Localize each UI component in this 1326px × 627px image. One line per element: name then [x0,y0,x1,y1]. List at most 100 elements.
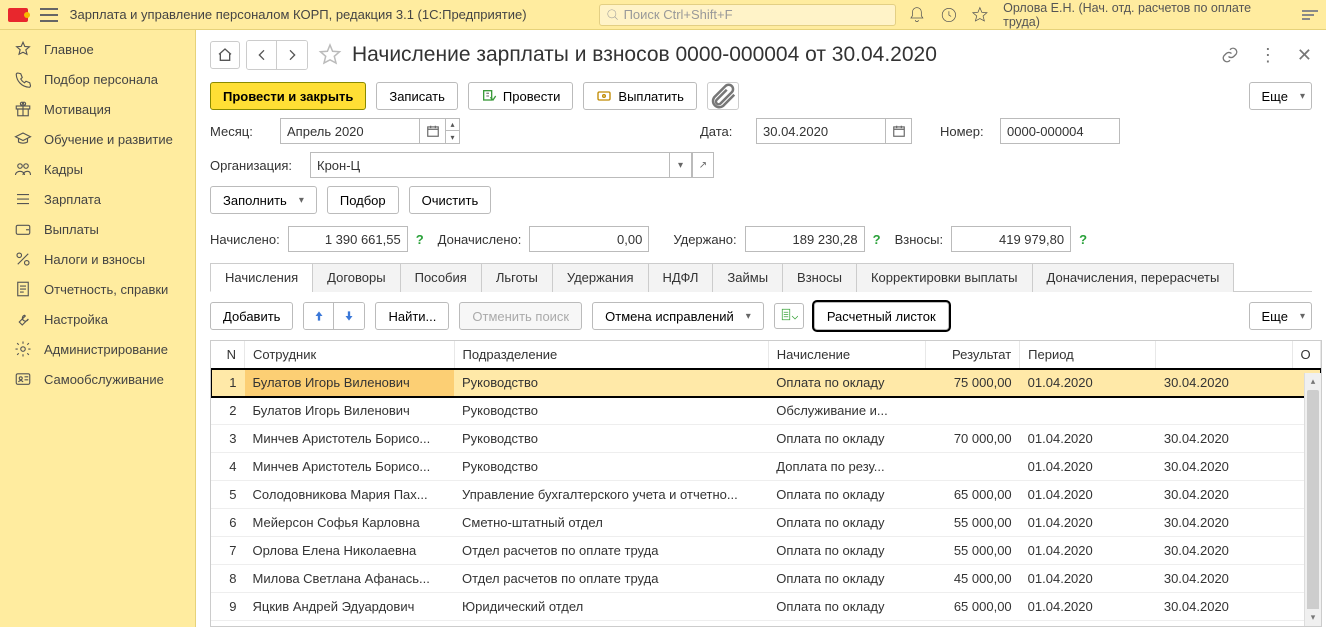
date-input[interactable]: 30.04.2020 [756,118,886,144]
tab-8[interactable]: Корректировки выплаты [856,263,1033,292]
help-icon[interactable]: ? [1079,232,1087,247]
logo-1c [8,8,28,22]
sidebar-item-label: Выплаты [44,222,99,237]
history-icon[interactable] [940,6,958,24]
sidebar-item-phone[interactable]: Подбор персонала [0,64,195,94]
add-row-button[interactable]: Добавить [210,302,293,330]
fill-button[interactable]: Заполнить▾ [210,186,317,214]
col-header-result[interactable]: Результат [925,341,1019,369]
tab-5[interactable]: НДФЛ [648,263,714,292]
table-row[interactable]: 2Булатов Игорь ВиленовичРуководствоОбслу… [211,397,1321,425]
sidebar-item-gear[interactable]: Администрирование [0,334,195,364]
sidebar-item-people[interactable]: Кадры [0,154,195,184]
number-input[interactable]: 0000-000004 [1000,118,1120,144]
pay-button[interactable]: Выплатить [583,82,697,110]
table-row[interactable]: 4Минчев Аристотель Борисо...РуководствоД… [211,453,1321,481]
col-header-department[interactable]: Подразделение [454,341,768,369]
user-name[interactable]: Орлова Е.Н. (Нач. отд. расчетов по оплат… [1003,1,1288,29]
sidebar-item-label: Администрирование [44,342,168,357]
accruals-table[interactable]: N Сотрудник Подразделение Начисление Рез… [211,341,1321,621]
sidebar-item-gift[interactable]: Мотивация [0,94,195,124]
tab-2[interactable]: Пособия [400,263,482,292]
col-header-period[interactable]: Период [1020,341,1156,369]
post-button[interactable]: Провести [468,82,574,110]
more-button[interactable]: Еще▾ [1249,82,1312,110]
nav-back-button[interactable] [247,41,277,69]
org-input[interactable]: Крон-Ц [310,152,670,178]
withheld-value[interactable]: 189 230,28 [745,226,865,252]
sidebar-item-star[interactable]: Главное [0,34,195,64]
tab-6[interactable]: Займы [712,263,783,292]
sidebar-item-label: Обучение и развитие [44,132,173,147]
col-header-employee[interactable]: Сотрудник [245,341,455,369]
table-row[interactable]: 9Яцкив Андрей ЭдуардовичЮридический отде… [211,593,1321,621]
post-and-close-button[interactable]: Провести и закрыть [210,82,366,110]
bell-icon[interactable] [908,6,926,24]
doc-icon [14,280,32,298]
show-details-button[interactable] [774,303,804,329]
link-icon[interactable] [1221,46,1239,64]
sidebar-item-label: Главное [44,42,94,57]
help-icon[interactable]: ? [416,232,424,247]
star-icon[interactable] [971,6,989,24]
list-icon [14,190,32,208]
month-input[interactable]: Апрель 2020 [280,118,420,144]
payslip-button[interactable]: Расчетный листок [814,302,949,330]
tab-3[interactable]: Льготы [481,263,553,292]
table-row[interactable]: 1Булатов Игорь ВиленовичРуководствоОплат… [211,369,1321,397]
contrib-value[interactable]: 419 979,80 [951,226,1071,252]
month-spinner[interactable]: ▴▾ [446,118,460,144]
scrollbar[interactable]: ▴ ▾ [1304,373,1321,626]
clear-button[interactable]: Очистить [409,186,492,214]
sidebar-item-percent[interactable]: Налоги и взносы [0,244,195,274]
calendar-icon[interactable] [886,118,912,144]
attachment-button[interactable] [707,82,739,110]
app-title: Зарплата и управление персоналом КОРП, р… [70,7,527,22]
table-row[interactable]: 8Милова Светлана Афанась...Отдел расчето… [211,565,1321,593]
move-down-button[interactable] [334,303,364,329]
sidebar-item-wallet[interactable]: Выплаты [0,214,195,244]
settings-icon[interactable] [1302,10,1318,20]
close-button[interactable]: ✕ [1297,45,1312,66]
calendar-icon[interactable] [420,118,446,144]
sidebar-item-label: Налоги и взносы [44,252,145,267]
more-button[interactable]: Еще▾ [1249,302,1312,330]
dropdown-button[interactable]: ▾ [670,152,692,178]
table-row[interactable]: 6Мейерсон Софья КарловнаСметно-штатный о… [211,509,1321,537]
kebab-menu-icon[interactable]: ⋮ [1259,45,1277,66]
cancel-corrections-button[interactable]: Отмена исправлений▾ [592,302,764,330]
sidebar-item-id[interactable]: Самообслуживание [0,364,195,394]
move-up-button[interactable] [304,303,334,329]
save-button[interactable]: Записать [376,82,458,110]
table-row[interactable]: 3Минчев Аристотель Борисо...РуководствоО… [211,425,1321,453]
select-button[interactable]: Подбор [327,186,399,214]
home-button[interactable] [210,41,240,69]
find-button[interactable]: Найти... [375,302,449,330]
nav-forward-button[interactable] [277,41,307,69]
sidebar-item-label: Подбор персонала [44,72,158,87]
favorite-star-icon[interactable] [318,43,342,67]
open-ref-button[interactable]: ↗ [692,152,714,178]
sidebar-item-wrench[interactable]: Настройка [0,304,195,334]
added-value[interactable]: 0,00 [529,226,649,252]
table-row[interactable]: 7Орлова Елена НиколаевнаОтдел расчетов п… [211,537,1321,565]
tab-0[interactable]: Начисления [210,263,313,292]
tab-9[interactable]: Доначисления, перерасчеты [1032,263,1235,292]
tab-7[interactable]: Взносы [782,263,857,292]
tab-4[interactable]: Удержания [552,263,649,292]
org-label: Организация: [210,158,300,173]
menu-icon[interactable] [40,8,58,22]
col-header-period-end[interactable] [1156,341,1292,369]
col-header-n[interactable]: N [211,341,245,369]
accrued-value[interactable]: 1 390 661,55 [288,226,408,252]
global-search[interactable]: Поиск Ctrl+Shift+F [599,4,896,26]
sidebar-item-grad[interactable]: Обучение и развитие [0,124,195,154]
col-header-accrual[interactable]: Начисление [768,341,925,369]
tab-1[interactable]: Договоры [312,263,400,292]
help-icon[interactable]: ? [873,232,881,247]
sidebar-item-list[interactable]: Зарплата [0,184,195,214]
sidebar-item-doc[interactable]: Отчетность, справки [0,274,195,304]
wrench-icon [14,310,32,328]
table-row[interactable]: 5Солодовникова Мария Пах...Управление бу… [211,481,1321,509]
col-header-o[interactable]: О [1292,341,1320,369]
